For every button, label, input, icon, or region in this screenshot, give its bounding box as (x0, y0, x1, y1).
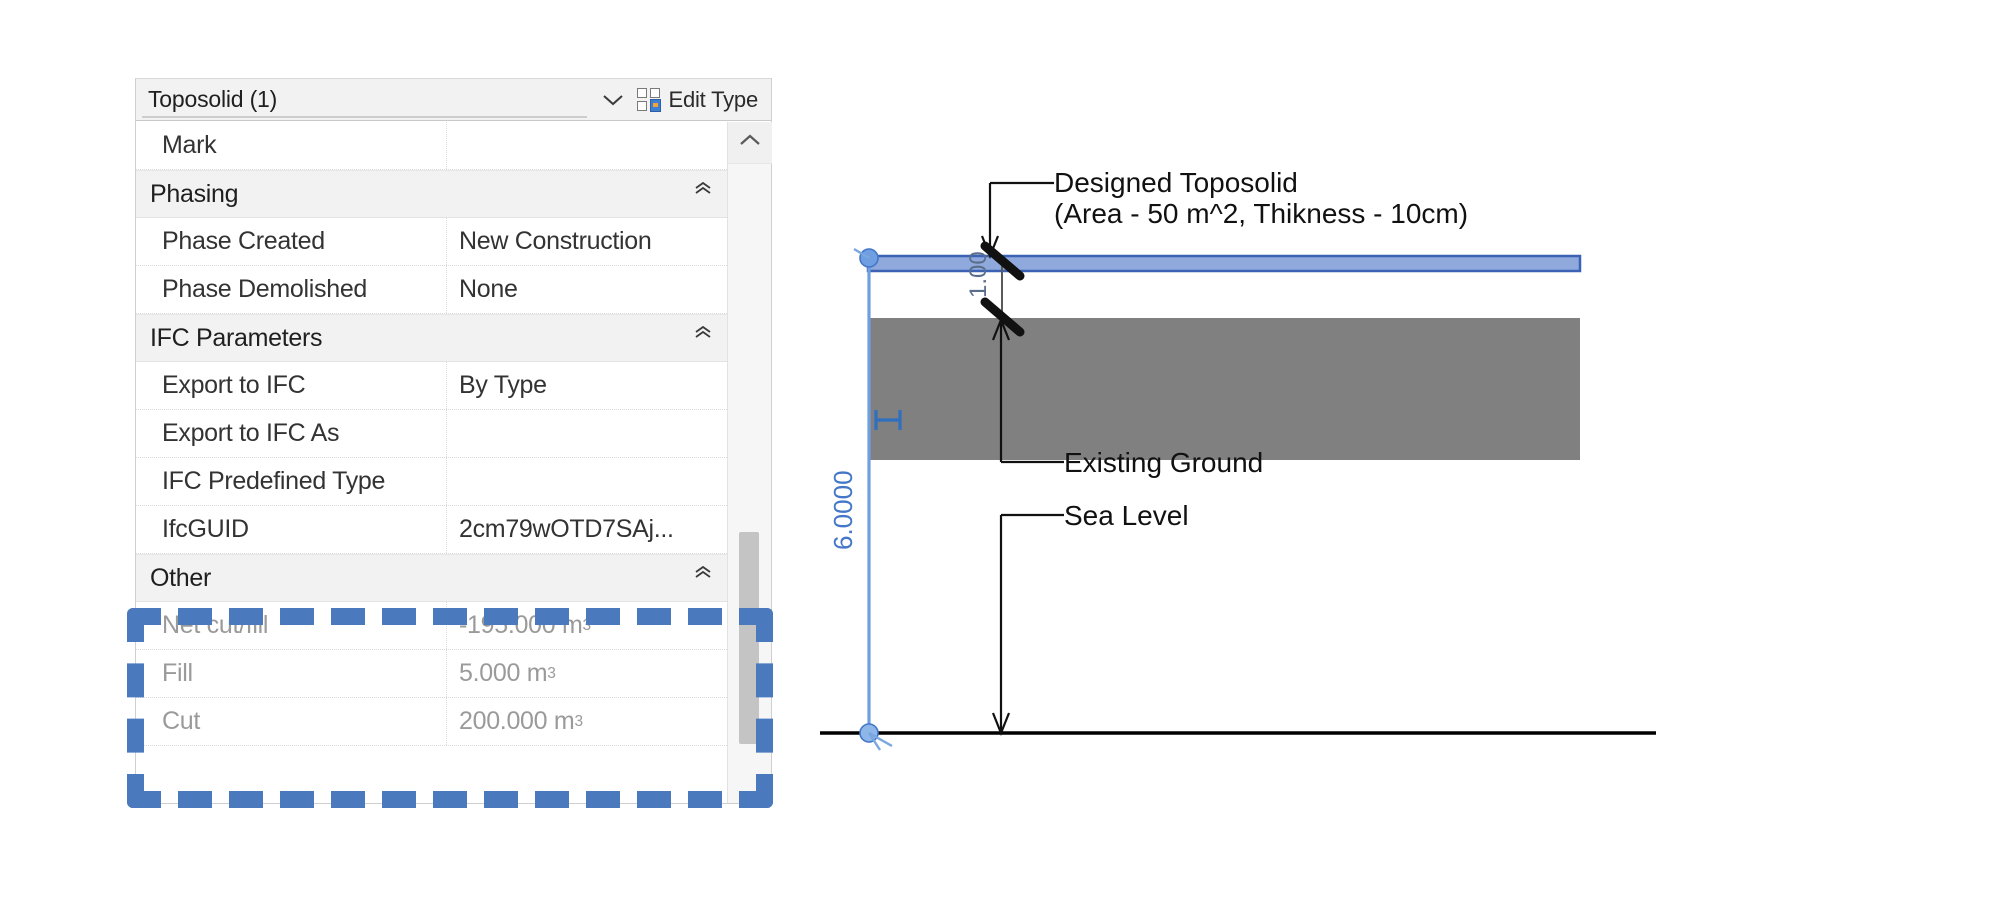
edit-type-label: Edit Type (668, 87, 758, 113)
existing-ground-solid (868, 318, 1580, 460)
chevron-down-icon[interactable] (593, 79, 633, 121)
property-value[interactable] (446, 458, 727, 505)
property-value-text: 5.000 m (459, 659, 547, 688)
property-value-text: None (459, 275, 518, 304)
property-group-header[interactable]: Phasing (136, 170, 727, 218)
property-name: Net cut/fill (136, 611, 446, 640)
properties-grid-wrapper: Mark Phasing Phase Created New Construction… (136, 122, 771, 803)
property-value-text: 2cm79wOTD7SAj... (459, 515, 674, 544)
property-row[interactable]: Mark (136, 122, 727, 170)
property-name: Phase Demolished (136, 275, 446, 304)
property-row[interactable]: Phase Created New Construction (136, 218, 727, 266)
collapse-group-icon[interactable] (693, 565, 713, 584)
elevation-dimension-text[interactable]: 6.0000 (828, 470, 858, 550)
property-name: Phasing (136, 180, 238, 209)
property-name: IFC Parameters (136, 324, 322, 353)
unit-exponent: 3 (582, 617, 590, 635)
property-name: IFC Predefined Type (136, 467, 446, 496)
collapse-group-icon[interactable] (693, 325, 713, 344)
property-value-text: 200.000 m (459, 707, 574, 736)
property-row[interactable]: Fill5.000 m3 (136, 650, 727, 698)
property-value[interactable]: None (446, 266, 727, 313)
property-value[interactable]: By Type (446, 362, 727, 409)
property-value[interactable]: -195.000 m3 (446, 602, 727, 649)
type-selector-underline (142, 116, 587, 118)
property-name: IfcGUID (136, 515, 446, 544)
property-row[interactable]: Cut200.000 m3 (136, 698, 727, 746)
collapse-group-icon[interactable] (693, 181, 713, 200)
unit-exponent: 3 (574, 713, 582, 731)
property-value-text: -195.000 m (459, 611, 582, 640)
properties-header: Toposolid (1) Edit Type (136, 79, 771, 121)
thickness-gap-dimension-text: 1.00 (965, 251, 992, 298)
type-selector-value: Toposolid (1) (148, 86, 277, 113)
property-name: Mark (136, 131, 446, 160)
label-designed-toposolid-line1: Designed Toposolid (1054, 167, 1298, 198)
property-name: Export to IFC (136, 371, 446, 400)
property-row[interactable]: Net cut/fill-195.000 m3 (136, 602, 727, 650)
property-value[interactable]: 200.000 m3 (446, 698, 727, 745)
edit-type-grid-icon (637, 88, 661, 112)
property-value[interactable] (446, 122, 727, 169)
property-value-text: By Type (459, 371, 547, 400)
property-name: Cut (136, 707, 446, 736)
property-name: Phase Created (136, 227, 446, 256)
scrollbar-up-button[interactable] (728, 122, 772, 164)
screenshot-root: Toposolid (1) Edit Type Mark Phasing Phase… (0, 0, 2000, 900)
property-row[interactable]: IFC Predefined Type (136, 458, 727, 506)
unit-exponent: 3 (547, 665, 555, 683)
type-selector-dropdown[interactable]: Toposolid (1) (136, 79, 593, 121)
property-name: Other (136, 564, 211, 593)
properties-grid: Mark Phasing Phase Created New Construction… (136, 122, 727, 746)
property-name: Fill (136, 659, 446, 688)
leader-sea-level (993, 515, 1064, 733)
property-name: Export to IFC As (136, 419, 446, 448)
scrollbar-thumb[interactable] (739, 532, 759, 744)
leader-designed-toposolid (982, 183, 1054, 256)
property-value[interactable]: 5.000 m3 (446, 650, 727, 697)
edit-type-button[interactable]: Edit Type (633, 79, 771, 121)
property-value[interactable]: New Construction (446, 218, 727, 265)
properties-vertical-scrollbar[interactable] (727, 122, 771, 803)
property-row[interactable]: IfcGUID 2cm79wOTD7SAj... (136, 506, 727, 554)
property-row[interactable]: Export to IFC By Type (136, 362, 727, 410)
property-row[interactable]: Phase Demolished None (136, 266, 727, 314)
property-value[interactable]: 2cm79wOTD7SAj... (446, 506, 727, 553)
label-sea-level: Sea Level (1064, 500, 1189, 531)
label-existing-ground: Existing Ground (1064, 447, 1263, 478)
scrollbar-track[interactable] (728, 164, 771, 803)
section-diagram: 6.0000 1.00 Designed Toposolid (Area - 5… (820, 150, 1980, 790)
label-designed-toposolid-line2: (Area - 50 m^2, Thikness - 10cm) (1054, 198, 1468, 229)
property-row[interactable]: Export to IFC As (136, 410, 727, 458)
property-value-text: New Construction (459, 227, 652, 256)
property-group-header[interactable]: Other (136, 554, 727, 602)
properties-palette: Toposolid (1) Edit Type Mark Phasing Phase… (135, 78, 772, 804)
chevron-up-icon (738, 133, 762, 152)
property-value[interactable] (446, 410, 727, 457)
property-group-header[interactable]: IFC Parameters (136, 314, 727, 362)
